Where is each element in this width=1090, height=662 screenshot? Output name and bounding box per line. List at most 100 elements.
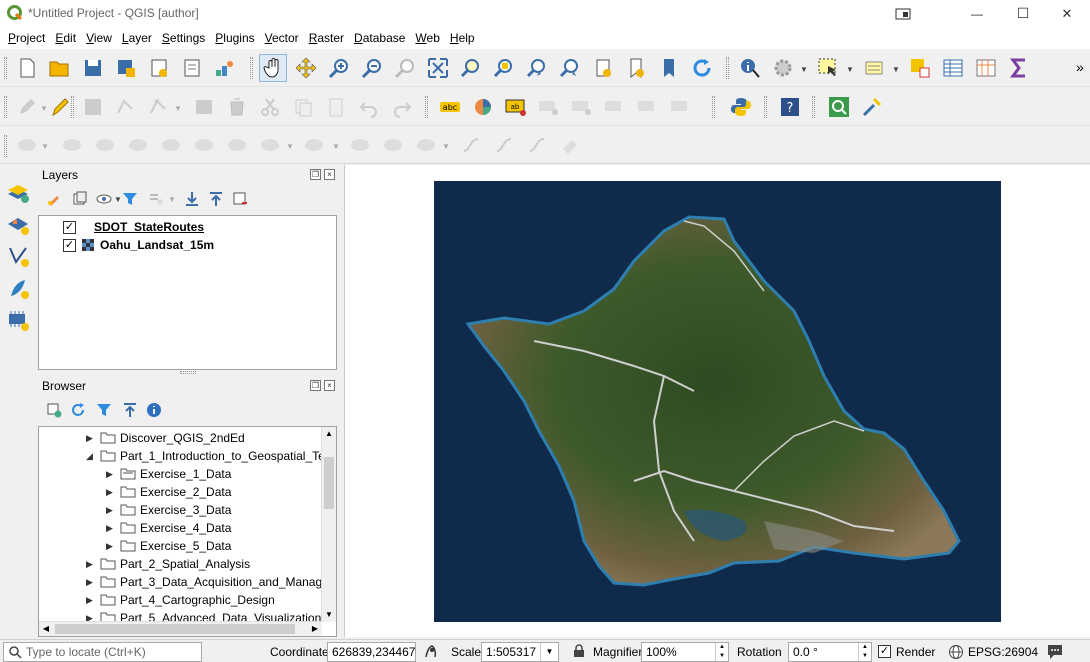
copy-features-icon[interactable] — [289, 93, 317, 121]
menu-plugins[interactable]: Plugins — [211, 31, 258, 45]
delete-ring-icon[interactable] — [124, 131, 152, 159]
float-panel-button[interactable]: ❐ — [310, 380, 321, 391]
attribute-table-icon[interactable] — [939, 54, 967, 82]
spinbox-arrows-icon[interactable]: ▲ ▼ — [858, 643, 871, 661]
layer-row-sdot-stateroutes[interactable]: ✓ SDOT_StateRoutes — [63, 218, 204, 236]
rotate-point-symbols-icon[interactable] — [412, 131, 440, 159]
filter-legend-icon[interactable] — [122, 191, 138, 207]
eraser-icon[interactable] — [557, 131, 585, 159]
toolbar-handle[interactable] — [71, 96, 74, 118]
info-icon[interactable] — [146, 402, 162, 418]
layer-styling-icon[interactable] — [46, 191, 62, 207]
manage-visibility-eye-icon[interactable] — [96, 191, 112, 207]
open-project-icon[interactable] — [45, 54, 73, 82]
chevron-down-icon[interactable]: ▼ — [286, 142, 294, 151]
zoom-out-icon[interactable] — [358, 54, 386, 82]
tree-item[interactable]: ▶ Exercise_4_Data — [106, 519, 231, 537]
expand-arrow-icon[interactable]: ▶ — [106, 487, 116, 498]
modify-attributes-icon[interactable] — [190, 93, 218, 121]
minimize-button[interactable]: — — [954, 0, 1000, 27]
filter-browser-icon[interactable] — [96, 402, 112, 418]
magnifier-spinbox[interactable]: 100% ▲ ▼ — [641, 642, 729, 662]
tree-item[interactable]: ▶ Discover_QGIS_2ndEd — [86, 429, 245, 447]
vertical-scrollbar[interactable]: ▲ ▼ — [321, 427, 336, 622]
add-vector-layer-icon[interactable] — [5, 243, 31, 269]
select-by-value-icon[interactable] — [860, 54, 888, 82]
save-layer-edits-icon[interactable] — [79, 93, 107, 121]
merge-selected-icon[interactable] — [346, 131, 374, 159]
pin-labels-icon[interactable]: ab — [502, 93, 530, 121]
messages-speech-bubble-icon[interactable] — [1046, 643, 1064, 660]
close-button[interactable]: ✕ — [1044, 0, 1090, 27]
vertex-tool-icon[interactable] — [145, 93, 173, 121]
split-parts-icon[interactable] — [300, 131, 328, 159]
menu-settings[interactable]: Settings — [158, 31, 209, 45]
pan-map-icon[interactable] — [259, 54, 287, 82]
save-project-icon[interactable] — [79, 54, 107, 82]
current-edits-icon[interactable] — [13, 93, 41, 121]
add-selected-layers-icon[interactable] — [46, 402, 62, 418]
panel-splitter[interactable] — [180, 371, 196, 374]
add-wms-layer-icon[interactable] — [5, 307, 31, 333]
undo-icon[interactable] — [355, 93, 383, 121]
menu-vector[interactable]: Vector — [261, 31, 303, 45]
add-feature-icon[interactable] — [112, 93, 140, 121]
tree-item[interactable]: ▶ Part_2_Spatial_Analysis — [86, 555, 250, 573]
expand-arrow-icon[interactable]: ▶ — [106, 541, 116, 552]
add-group-icon[interactable] — [72, 191, 88, 207]
tree-item[interactable]: ▶ Exercise_1_Data — [106, 465, 231, 483]
close-panel-button[interactable]: × — [324, 169, 335, 180]
simplify-feature-icon[interactable] — [458, 131, 486, 159]
chevron-down-icon[interactable]: ▼ — [41, 142, 49, 151]
scrollbar-thumb[interactable] — [324, 457, 334, 509]
collapse-arrow-icon[interactable]: ◢ — [86, 451, 96, 462]
select-features-icon[interactable] — [814, 54, 842, 82]
plugin-tool-icon[interactable] — [858, 93, 886, 121]
save-as-icon[interactable] — [112, 54, 140, 82]
rotate-label-icon[interactable] — [634, 93, 662, 121]
cut-features-icon[interactable] — [256, 93, 284, 121]
action-gear-icon[interactable] — [769, 54, 797, 82]
chevron-down-icon[interactable]: ▼ — [332, 142, 340, 151]
menu-database[interactable]: Database — [350, 31, 409, 45]
scale-combobox[interactable]: 1:505317 ▼ — [481, 642, 559, 662]
zoom-next-icon[interactable] — [556, 54, 584, 82]
toolbar-handle[interactable] — [4, 57, 7, 79]
expand-all-icon[interactable] — [184, 191, 200, 207]
zoom-full-icon[interactable] — [424, 54, 452, 82]
new-bookmark-icon[interactable] — [589, 54, 617, 82]
chevron-down-icon[interactable]: ▼ — [892, 65, 900, 74]
crs-label[interactable]: EPSG:26904 — [968, 645, 1038, 659]
tree-item[interactable]: ▶ Exercise_3_Data — [106, 501, 231, 519]
coordinate-field[interactable]: 626839,2344670 — [327, 642, 416, 662]
menu-edit[interactable]: Edit — [51, 31, 80, 45]
maximize-button[interactable]: ☐ — [1000, 0, 1046, 27]
scroll-up-icon[interactable]: ▲ — [322, 427, 336, 441]
toggle-editing-pencil-icon[interactable] — [46, 93, 74, 121]
scroll-right-icon[interactable]: ▶ — [308, 622, 322, 636]
locator-search-input[interactable]: Type to locate (Ctrl+K) — [3, 642, 202, 662]
pan-to-selection-icon[interactable] — [292, 54, 320, 82]
map-canvas[interactable] — [344, 165, 1090, 637]
expand-arrow-icon[interactable]: ▶ — [106, 505, 116, 516]
delete-selected-icon[interactable] — [223, 93, 251, 121]
redo-icon[interactable] — [388, 93, 416, 121]
split-features-icon[interactable] — [256, 131, 284, 159]
expand-arrow-icon[interactable]: ▶ — [106, 469, 116, 480]
add-ring-icon[interactable] — [13, 131, 41, 159]
reverse-line-icon[interactable] — [491, 131, 519, 159]
toolbar-handle[interactable] — [712, 96, 715, 118]
collapse-all-icon[interactable] — [122, 402, 138, 418]
new-print-layout-icon[interactable] — [145, 54, 173, 82]
identify-features-icon[interactable] — [736, 54, 764, 82]
field-calculator-icon[interactable] — [972, 54, 1000, 82]
data-source-manager-icon[interactable] — [5, 179, 31, 205]
expand-arrow-icon[interactable]: ▶ — [86, 559, 96, 570]
spatial-bookmark-icon[interactable] — [655, 54, 683, 82]
tree-item[interactable]: ▶ Part_3_Data_Acquisition_and_Manage — [86, 573, 329, 591]
chevron-down-icon[interactable]: ▼ — [174, 104, 182, 113]
paste-features-icon[interactable] — [322, 93, 350, 121]
float-panel-button[interactable]: ❐ — [310, 169, 321, 180]
scrollbar-thumb[interactable] — [55, 624, 295, 634]
add-raster-layer-icon[interactable] — [5, 211, 31, 237]
